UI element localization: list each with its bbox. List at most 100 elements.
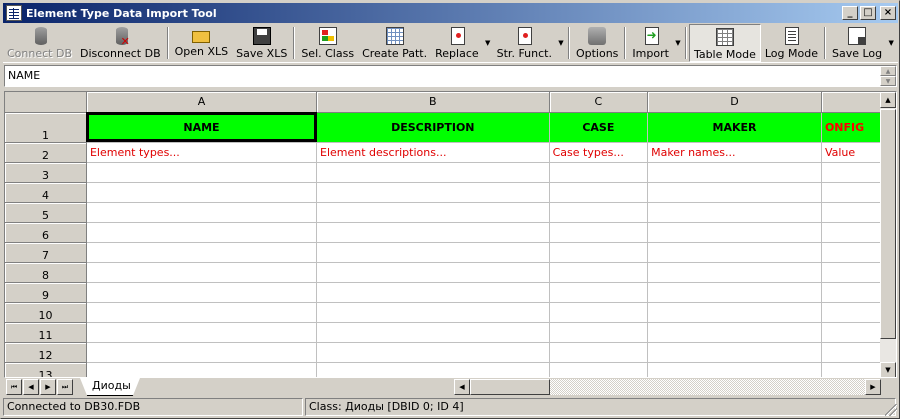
data-cell[interactable] <box>86 342 318 363</box>
data-cell[interactable] <box>549 242 649 263</box>
next-sheet-icon[interactable]: ▶ <box>40 379 56 395</box>
data-cell[interactable] <box>821 182 881 203</box>
data-cell[interactable] <box>316 362 550 377</box>
table-mode-button[interactable]: Table Mode <box>688 24 761 62</box>
data-cell[interactable]: Maker names... <box>647 142 822 163</box>
data-cell[interactable] <box>86 222 318 243</box>
data-cell[interactable] <box>647 222 822 243</box>
title-bar[interactable]: Element Type Data Import Tool _ □ × <box>3 3 898 23</box>
data-cell[interactable] <box>316 302 550 323</box>
scroll-down-arrow-icon[interactable]: ▼ <box>880 76 896 86</box>
data-cell[interactable] <box>647 362 822 377</box>
data-cell[interactable] <box>316 162 550 183</box>
first-sheet-icon[interactable]: ⏮ <box>6 379 22 395</box>
data-cell[interactable]: Value <box>821 142 881 163</box>
select-all-corner[interactable] <box>5 92 87 113</box>
save-log-button[interactable]: Save Log <box>828 24 886 62</box>
header-cell-name[interactable]: NAME <box>86 112 318 143</box>
data-cell[interactable] <box>549 222 649 243</box>
data-cell[interactable] <box>549 202 649 223</box>
data-cell[interactable] <box>316 182 550 203</box>
data-cell[interactable] <box>316 262 550 283</box>
header-cell-case[interactable]: CASE <box>549 112 649 143</box>
horizontal-scrollbar[interactable]: ◀ ▶ <box>454 379 881 395</box>
close-button[interactable]: × <box>880 6 896 20</box>
data-cell[interactable] <box>86 162 318 183</box>
open-xls-button[interactable]: Open XLS <box>171 24 233 62</box>
data-cell[interactable] <box>549 262 649 283</box>
data-cell[interactable] <box>86 262 318 283</box>
import-button[interactable]: Import <box>628 24 673 62</box>
options-button[interactable]: Options <box>572 24 622 62</box>
row-header[interactable]: 12 <box>5 342 87 363</box>
data-cell[interactable] <box>821 202 881 223</box>
data-cell[interactable] <box>647 262 822 283</box>
data-cell[interactable] <box>549 182 649 203</box>
data-cell[interactable] <box>647 162 822 183</box>
last-sheet-icon[interactable]: ⏭ <box>57 379 73 395</box>
column-header-b[interactable]: B <box>316 92 550 113</box>
resize-grip-icon[interactable] <box>885 404 897 416</box>
data-cell[interactable] <box>821 302 881 323</box>
sheet-tab-diody[interactable]: Диоды <box>80 378 140 396</box>
create-patt-button[interactable]: Create Patt. <box>358 24 431 62</box>
row-header[interactable]: 11 <box>5 322 87 343</box>
scroll-up-arrow-icon[interactable]: ▲ <box>880 66 896 76</box>
data-cell[interactable] <box>821 242 881 263</box>
data-cell[interactable] <box>549 362 649 377</box>
save-xls-button[interactable]: Save XLS <box>232 24 291 62</box>
data-cell[interactable] <box>316 342 550 363</box>
horizontal-scroll-thumb[interactable] <box>470 379 550 395</box>
data-cell[interactable] <box>647 322 822 343</box>
data-cell[interactable]: Element descriptions... <box>316 142 550 163</box>
data-cell[interactable] <box>549 302 649 323</box>
data-cell[interactable] <box>316 242 550 263</box>
data-cell[interactable] <box>821 282 881 303</box>
vertical-scroll-thumb[interactable] <box>880 109 896 339</box>
header-cell-maker[interactable]: MAKER <box>647 112 822 143</box>
prev-sheet-icon[interactable]: ◀ <box>23 379 39 395</box>
scroll-left-arrow-icon[interactable]: ◀ <box>454 379 470 395</box>
data-cell[interactable] <box>86 302 318 323</box>
str-funct-dropdown[interactable]: ▼ <box>556 24 566 62</box>
import-dropdown[interactable]: ▼ <box>673 24 683 62</box>
data-cell[interactable] <box>549 282 649 303</box>
sel-class-button[interactable]: Sel. Class <box>297 24 358 62</box>
data-cell[interactable] <box>821 362 881 377</box>
data-cell[interactable] <box>647 282 822 303</box>
row-header[interactable]: 10 <box>5 302 87 323</box>
data-cell[interactable] <box>549 322 649 343</box>
data-cell[interactable] <box>821 222 881 243</box>
data-cell[interactable] <box>821 162 881 183</box>
data-cell[interactable] <box>647 342 822 363</box>
data-cell[interactable] <box>86 362 318 377</box>
vertical-scrollbar[interactable]: ▲ ▼ <box>880 92 896 377</box>
data-cell[interactable] <box>821 322 881 343</box>
data-cell[interactable]: Element types... <box>86 142 318 163</box>
header-cell-config[interactable]: ONFIG <box>821 112 881 143</box>
str-funct-button[interactable]: Str. Funct. <box>493 24 556 62</box>
replace-button[interactable]: Replace <box>431 24 483 62</box>
row-header[interactable]: 1 <box>5 112 87 143</box>
data-cell[interactable] <box>86 182 318 203</box>
data-cell[interactable] <box>821 262 881 283</box>
data-cell[interactable] <box>647 202 822 223</box>
data-cell[interactable] <box>549 162 649 183</box>
replace-dropdown[interactable]: ▼ <box>483 24 493 62</box>
row-header[interactable]: 2 <box>5 142 87 163</box>
row-header[interactable]: 7 <box>5 242 87 263</box>
data-cell[interactable] <box>316 322 550 343</box>
data-cell[interactable] <box>647 302 822 323</box>
connect-db-button[interactable]: Connect DB <box>3 24 76 62</box>
row-header[interactable]: 13 <box>5 362 87 377</box>
data-cell[interactable]: Case types... <box>549 142 649 163</box>
save-log-dropdown[interactable]: ▼ <box>886 24 896 62</box>
data-cell[interactable] <box>86 202 318 223</box>
data-cell[interactable] <box>316 202 550 223</box>
column-header-e[interactable] <box>821 92 881 113</box>
data-cell[interactable] <box>647 242 822 263</box>
scroll-right-arrow-icon[interactable]: ▶ <box>865 379 881 395</box>
row-header[interactable]: 4 <box>5 182 87 203</box>
minimize-button[interactable]: _ <box>842 6 858 20</box>
column-header-a[interactable]: A <box>86 92 318 113</box>
